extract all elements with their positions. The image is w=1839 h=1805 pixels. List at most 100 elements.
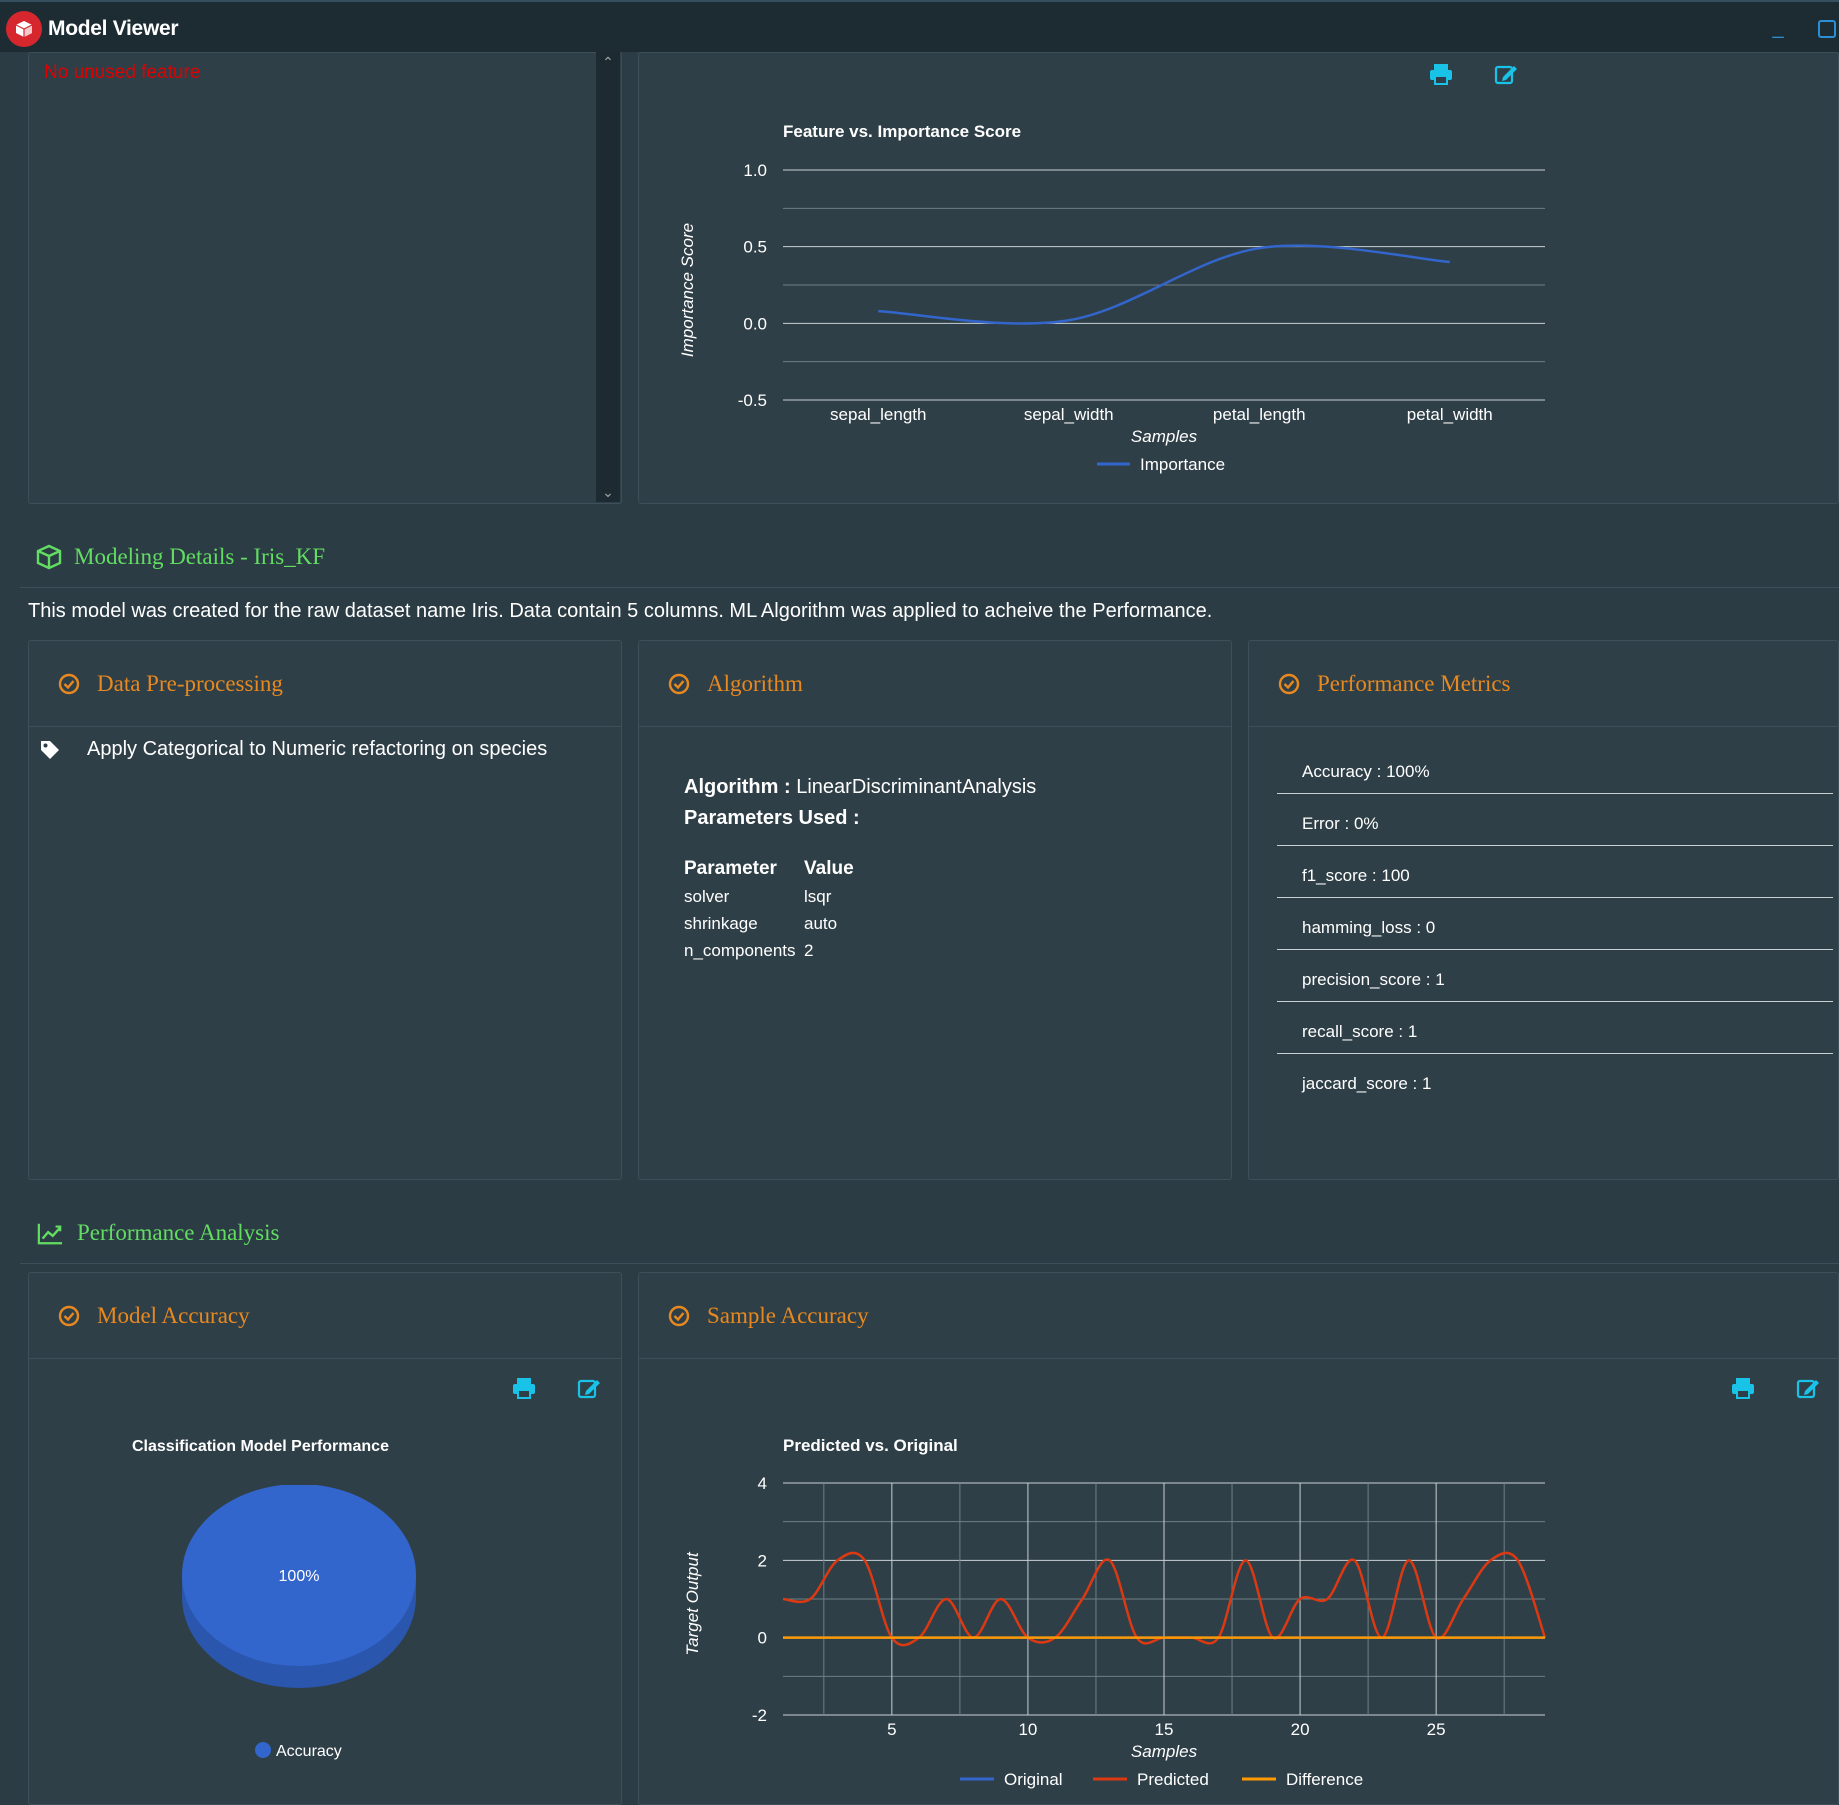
legend-label-difference: Difference: [1286, 1770, 1363, 1789]
metric-row: precision_score : 1: [1277, 950, 1833, 1002]
param-name: shrinkage: [684, 914, 758, 933]
unused-feature-message: No unused feature: [44, 62, 201, 83]
x-axis-title: Samples: [1131, 427, 1198, 446]
print-icon[interactable]: [1428, 62, 1454, 86]
metric-row: f1_score : 100: [1277, 846, 1833, 898]
modeling-details-heading: Modeling Details - Iris_KF: [74, 544, 326, 569]
pie-slice-label: 100%: [279, 1568, 320, 1585]
print-icon[interactable]: [511, 1376, 537, 1400]
scroll-up-arrow-icon[interactable]: ⌃: [596, 52, 620, 72]
metric-text: Error : 0%: [1302, 814, 1379, 833]
sample-accuracy-heading: Sample Accuracy: [707, 1303, 869, 1328]
algorithm-card: [638, 640, 1232, 1180]
preprocessing-item: Apply Categorical to Numeric refactoring…: [87, 738, 548, 760]
line-chart-icon: [37, 1223, 63, 1245]
y-tick-label: 0.5: [743, 238, 767, 257]
sample-chart-title: Predicted vs. Original: [783, 1436, 958, 1455]
legend-label-importance: Importance: [1140, 455, 1225, 474]
x-tick-label: 15: [1155, 1720, 1174, 1739]
performance-analysis-heading: Performance Analysis: [77, 1220, 280, 1245]
algorithm-line: Algorithm : LinearDiscriminantAnalysis: [684, 776, 1036, 799]
metric-text: precision_score : 1: [1302, 970, 1445, 989]
cube-icon: [36, 544, 62, 570]
card-divider: [638, 726, 1232, 727]
title-bar: Model Viewer _: [0, 0, 1839, 52]
parameter-column-header: Parameter: [684, 858, 777, 879]
unused-features-panel: [28, 52, 622, 504]
scrollbar[interactable]: ⌃ ⌄: [596, 52, 620, 502]
legend-label-original: Original: [1004, 1770, 1063, 1789]
card-divider: [28, 726, 622, 727]
app-logo: [6, 11, 42, 47]
check-circle-icon: [58, 673, 80, 695]
model-description: This model was created for the raw datas…: [28, 600, 1213, 622]
metric-text: Accuracy : 100%: [1302, 762, 1430, 781]
check-circle-icon: [58, 1305, 80, 1327]
card-divider: [1248, 726, 1839, 727]
check-circle-icon: [668, 1305, 690, 1327]
param-value: 2: [804, 941, 814, 960]
metric-row: recall_score : 1: [1277, 1002, 1833, 1054]
tag-icon: [41, 741, 59, 759]
metric-row: Error : 0%: [1277, 794, 1833, 846]
x-tick-label: 5: [887, 1720, 896, 1739]
data-preprocessing-heading: Data Pre-processing: [97, 671, 283, 696]
metric-text: jaccard_score : 1: [1302, 1074, 1432, 1093]
edit-icon[interactable]: [1795, 1376, 1821, 1400]
param-name: n_components: [684, 941, 796, 960]
algorithm-heading: Algorithm: [707, 671, 803, 696]
x-tick-label: sepal_width: [1024, 405, 1114, 424]
legend-label-predicted: Predicted: [1137, 1770, 1209, 1789]
data-preprocessing-card: [28, 640, 622, 1180]
card-divider: [638, 1358, 1839, 1359]
y-tick-label: 0: [758, 1629, 767, 1648]
feature-importance-chart: 1.0 0.5 0.0 -0.5 sepal_length sepal_width peta…: [678, 161, 1545, 474]
algorithm-value: LinearDiscriminantAnalysis: [796, 776, 1037, 798]
metric-row: jaccard_score : 1: [1277, 1054, 1833, 1106]
edit-icon[interactable]: [1493, 62, 1519, 86]
x-axis-title: Samples: [1131, 1742, 1198, 1761]
accuracy-pie-chart: 100% Accuracy: [182, 1485, 416, 1760]
x-tick-label: petal_length: [1213, 405, 1306, 424]
y-tick-label: 0.0: [743, 314, 767, 333]
param-name: solver: [684, 887, 730, 906]
sample-accuracy-chart: 420-25 10 15 20 25SamplesTarget OutputOrigin…: [683, 1474, 1547, 1789]
y-tick-label: 1.0: [743, 161, 767, 180]
y-tick-label: 2: [758, 1551, 767, 1570]
legend-swatch-accuracy: [255, 1742, 271, 1758]
maximize-button[interactable]: [1818, 20, 1836, 38]
minimize-button[interactable]: _: [1766, 16, 1790, 40]
metric-text: recall_score : 1: [1302, 1022, 1418, 1041]
parameters-label: Parameters Used :: [684, 807, 860, 829]
print-icon[interactable]: [1730, 1376, 1756, 1400]
metric-row: Accuracy : 100%: [1277, 742, 1833, 794]
pie-chart-title: Classification Model Performance: [132, 1438, 389, 1455]
scroll-down-arrow-icon[interactable]: ⌄: [596, 482, 620, 502]
algorithm-label: Algorithm :: [684, 776, 791, 798]
value-column-header: Value: [804, 858, 854, 879]
y-tick-label: -2: [752, 1706, 767, 1725]
metric-text: f1_score : 100: [1302, 866, 1410, 885]
x-tick-label: petal_width: [1407, 405, 1493, 424]
y-tick-label: 4: [758, 1474, 767, 1493]
y-axis-title: Target Output: [683, 1551, 702, 1656]
metric-row: hamming_loss : 0: [1277, 898, 1833, 950]
x-tick-label: 10: [1018, 1720, 1037, 1739]
y-axis-title: Importance Score: [678, 223, 697, 357]
model-accuracy-heading: Model Accuracy: [97, 1303, 250, 1328]
check-circle-icon: [668, 673, 690, 695]
card-divider: [28, 1358, 622, 1359]
cube-icon: [15, 21, 33, 37]
window-title: Model Viewer: [48, 17, 179, 40]
x-tick-label: sepal_length: [830, 405, 926, 424]
check-circle-icon: [1278, 673, 1300, 695]
param-value: auto: [804, 914, 838, 933]
metric-text: hamming_loss : 0: [1302, 918, 1436, 937]
feature-chart-title: Feature vs. Importance Score: [783, 122, 1022, 141]
legend-label-accuracy: Accuracy: [276, 1743, 342, 1760]
section-divider: [20, 1263, 1839, 1264]
param-value: lsqr: [804, 887, 832, 906]
edit-icon[interactable]: [576, 1376, 602, 1400]
performance-metrics-heading: Performance Metrics: [1317, 671, 1511, 696]
section-divider: [20, 587, 1839, 588]
